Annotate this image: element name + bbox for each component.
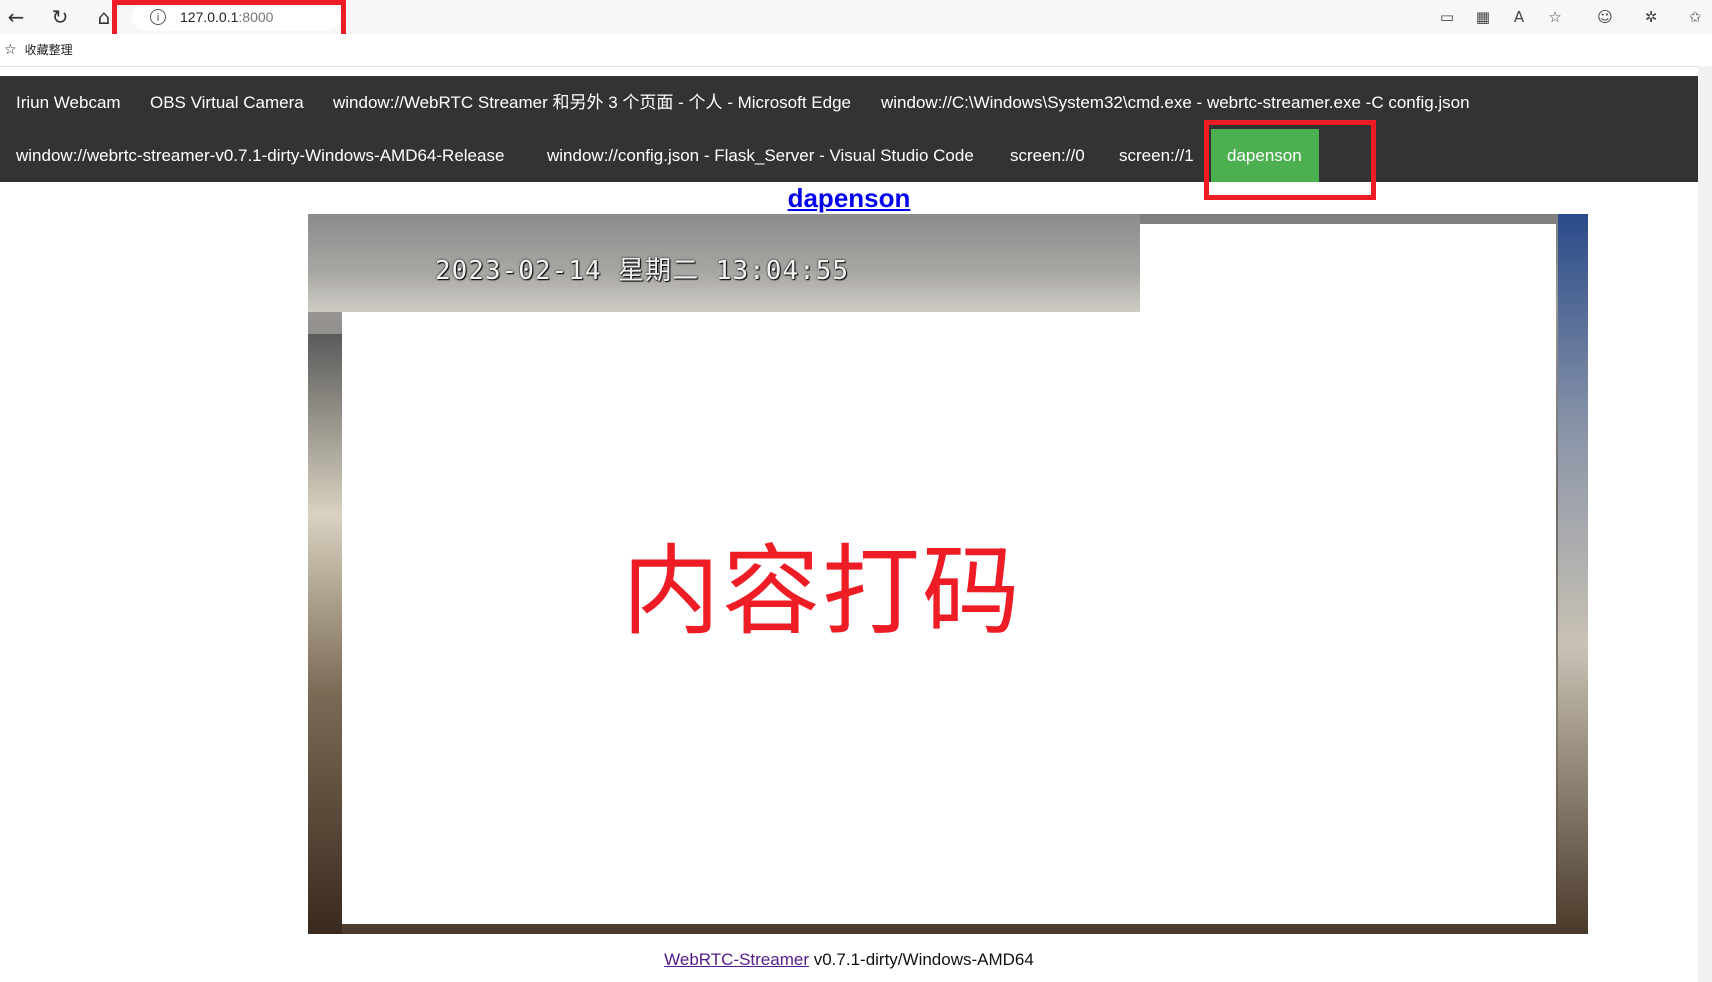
webrtc-streamer-link[interactable]: WebRTC-Streamer xyxy=(664,950,809,969)
page-scrollbar[interactable] xyxy=(1698,66,1712,982)
nav-item-iriun-webcam[interactable]: Iriun Webcam xyxy=(0,76,137,129)
favorites-star-icon: ☆ xyxy=(4,41,17,58)
video-left-edge xyxy=(308,334,342,934)
qr-code-icon[interactable]: ▦ xyxy=(1472,6,1494,28)
nav-item-obs-virtual-camera[interactable]: OBS Virtual Camera xyxy=(134,76,320,129)
video-right-edge xyxy=(1558,214,1588,934)
add-favorite-icon[interactable]: ☆ xyxy=(1544,6,1566,28)
favorites-bar: ☆ 收藏整理 xyxy=(0,34,1712,67)
version-text: v0.7.1-dirty/Windows-AMD64 xyxy=(809,950,1034,969)
footer: WebRTC-Streamer v0.7.1-dirty/Windows-AMD… xyxy=(0,950,1698,970)
back-icon[interactable]: ← xyxy=(2,4,30,30)
extensions-icon[interactable]: ✲ xyxy=(1640,6,1662,28)
nav-item-window-vscode[interactable]: window://config.json - Flask_Server - Vi… xyxy=(531,129,990,182)
stream-navbar: Iriun Webcam OBS Virtual Camera window:/… xyxy=(0,76,1698,182)
app-view-icon[interactable]: ▭ xyxy=(1436,6,1458,28)
redaction-mask-top xyxy=(1140,224,1556,324)
read-aloud-icon[interactable]: A xyxy=(1508,6,1530,28)
nav-item-screen-0[interactable]: screen://0 xyxy=(994,129,1101,182)
video-timestamp-overlay: 2023-02-14 星期二 13:04:55 xyxy=(435,256,850,286)
favorites-item[interactable]: ☆ 收藏整理 xyxy=(4,41,73,58)
favorites-icon[interactable]: ✩ xyxy=(1684,6,1706,28)
page-title[interactable]: dapenson xyxy=(0,183,1698,214)
refresh-icon[interactable]: ↻ xyxy=(46,4,74,30)
nav-item-window-release[interactable]: window://webrtc-streamer-v0.7.1-dirty-Wi… xyxy=(0,129,520,182)
nav-item-window-edge[interactable]: window://WebRTC Streamer 和另外 3 个页面 - 个人 … xyxy=(317,76,867,129)
nav-item-window-cmd[interactable]: window://C:\Windows\System32\cmd.exe - w… xyxy=(865,76,1486,129)
redaction-label: 内容打码 xyxy=(622,535,1023,649)
favorites-label: 收藏整理 xyxy=(24,43,73,57)
nav-item-screen-1[interactable]: screen://1 xyxy=(1103,129,1210,182)
profile-icon[interactable]: ☺ xyxy=(1594,6,1616,28)
